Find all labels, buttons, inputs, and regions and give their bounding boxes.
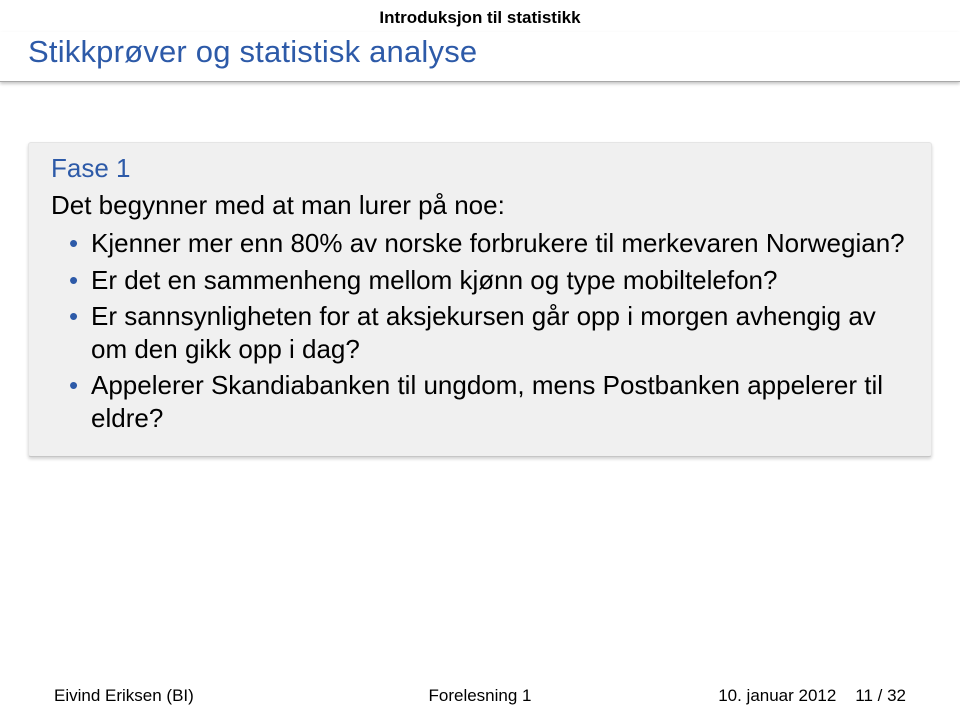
footer-right: 10. januar 2012 11 / 32	[622, 686, 906, 706]
footer: Eivind Eriksen (BI) Forelesning 1 10. ja…	[0, 686, 960, 706]
footer-author: Eivind Eriksen (BI)	[54, 686, 338, 706]
block-title: Fase 1	[51, 153, 909, 184]
list-item: Kjenner mer enn 80% av norske forbrukere…	[69, 227, 909, 260]
list-item: Er sannsynligheten for at aksjekursen gå…	[69, 300, 909, 365]
slide: Introduksjon til statistikk Stikkprøver …	[0, 0, 960, 720]
page-title: Stikkprøver og statistisk analyse	[0, 32, 960, 70]
list-item: Er det en sammenheng mellom kjønn og typ…	[69, 264, 909, 297]
bullet-list: Kjenner mer enn 80% av norske forbrukere…	[51, 227, 909, 434]
page-sep: /	[873, 686, 887, 705]
page-total: 32	[887, 686, 906, 705]
list-item: Appelerer Skandiabanken til ungdom, mens…	[69, 369, 909, 434]
footer-center: Forelesning 1	[338, 686, 622, 706]
title-row: Stikkprøver og statistisk analyse	[0, 32, 960, 82]
block-intro: Det begynner med at man lurer på noe:	[51, 190, 909, 221]
footer-date: 10. januar 2012	[718, 686, 836, 705]
breadcrumb: Introduksjon til statistikk	[0, 8, 960, 28]
page-current: 11	[855, 686, 873, 705]
content-block: Fase 1 Det begynner med at man lurer på …	[28, 142, 932, 457]
